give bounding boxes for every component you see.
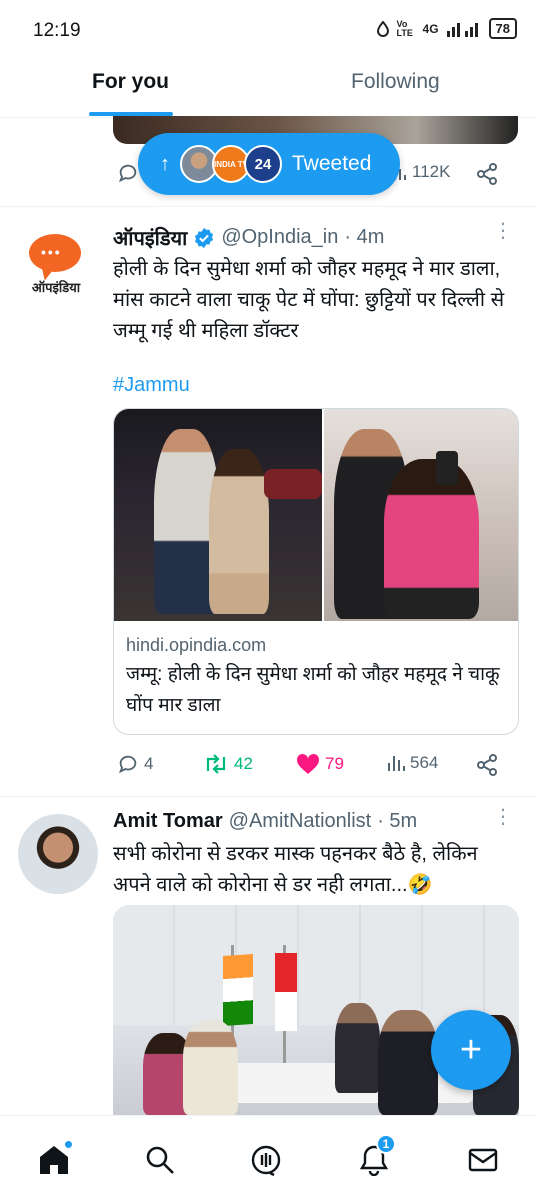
- author-handle[interactable]: @OpIndia_in: [221, 226, 338, 249]
- timeline-tabs: For you Following: [0, 62, 537, 118]
- chat-bubble-logo-icon: •••: [29, 234, 81, 272]
- views-count: 564: [410, 753, 439, 772]
- views-icon: [388, 756, 405, 771]
- battery-indicator: 78: [488, 18, 517, 39]
- author-handle[interactable]: @AmitNationlist: [229, 810, 372, 833]
- reply-icon: [118, 755, 137, 774]
- tweet-time: · 5m: [377, 810, 418, 832]
- share-icon[interactable]: [475, 753, 499, 777]
- plus-icon: +: [459, 1028, 483, 1071]
- author-name[interactable]: Amit Tomar: [113, 810, 223, 833]
- new-content-dot: [64, 1140, 73, 1149]
- avatar[interactable]: [18, 814, 98, 894]
- link-card[interactable]: hindi.opindia.com जम्मू: होली के दिन सुम…: [113, 408, 519, 735]
- like-button[interactable]: 79: [296, 753, 344, 775]
- nav-notifications[interactable]: 1: [356, 1134, 396, 1178]
- avatar-label: ऑपइंडिया: [31, 280, 81, 295]
- reply-button[interactable]: 4: [117, 753, 153, 775]
- tweet-text: होली के दिन सुमेधा शर्मा को जौहर महमूद न…: [113, 258, 505, 342]
- reply-count: 4: [144, 754, 154, 773]
- status-bar: 12:19 Vo LTE 4G 78: [0, 0, 537, 62]
- hashtag-link[interactable]: #Jammu: [113, 374, 190, 397]
- volte-label: Vo LTE: [396, 18, 413, 38]
- tweet-actions: 4 42 79 564: [113, 753, 508, 783]
- more-options-icon[interactable]: ⋮: [493, 807, 513, 827]
- new-tweets-pill[interactable]: ↑ INDIA TV 24 Tweeted: [138, 133, 400, 195]
- retweet-count: 42: [234, 754, 253, 773]
- like-count: 79: [325, 754, 344, 773]
- search-icon: [146, 1146, 174, 1174]
- nav-spaces[interactable]: [248, 1142, 284, 1178]
- views-button[interactable]: 564: [387, 753, 438, 773]
- notification-badge: 1: [376, 1134, 396, 1154]
- card-image-left: [114, 409, 322, 621]
- more-options-icon[interactable]: ⋮: [493, 221, 513, 241]
- pill-label: Tweeted: [292, 152, 372, 175]
- compose-tweet-button[interactable]: +: [431, 1010, 511, 1090]
- author-name[interactable]: ऑपइंडिया: [113, 224, 187, 251]
- tweet-header: Amit Tomar @AmitNationlist · 5m: [113, 810, 417, 833]
- avatar[interactable]: ••• ऑपइंडिया: [18, 228, 98, 308]
- signal-label: 4G: [422, 21, 439, 36]
- drop-icon: [376, 20, 389, 37]
- bottom-navigation: 1: [0, 1115, 537, 1200]
- views-count: 112K: [412, 162, 451, 181]
- spaces-icon: [251, 1145, 281, 1176]
- heart-icon: [296, 753, 320, 774]
- nav-search[interactable]: [142, 1142, 178, 1178]
- retweet-button[interactable]: 42: [203, 753, 253, 775]
- verified-badge-icon: [193, 227, 215, 249]
- share-icon[interactable]: [475, 162, 499, 191]
- pill-avatars: INDIA TV 24: [180, 145, 282, 183]
- status-time: 12:19: [33, 20, 81, 41]
- tab-following[interactable]: Following: [351, 70, 440, 94]
- status-icons: Vo LTE 4G 78: [376, 18, 517, 39]
- retweet-icon: [206, 754, 226, 774]
- arrow-up-icon: ↑: [160, 152, 170, 175]
- tab-for-you[interactable]: For you: [92, 70, 169, 94]
- reply-icon[interactable]: [117, 162, 139, 189]
- nav-messages[interactable]: [465, 1142, 501, 1178]
- tweet-time: · 4m: [344, 226, 385, 248]
- messages-icon: [468, 1148, 498, 1172]
- card-title: जम्मू: होली के दिन सुमेधा शर्मा को जौहर …: [126, 664, 500, 716]
- tweet-header: ऑपइंडिया @OpIndia_in · 4m: [113, 224, 384, 251]
- signal-icon: [446, 22, 478, 37]
- tweet-text: सभी कोरोना से डरकर मास्क पहनकर बैठे है, …: [113, 843, 478, 896]
- card-domain: hindi.opindia.com: [126, 635, 267, 655]
- nav-home[interactable]: [36, 1140, 73, 1178]
- card-image-right: [324, 409, 518, 621]
- pill-avatar: 24: [244, 145, 282, 183]
